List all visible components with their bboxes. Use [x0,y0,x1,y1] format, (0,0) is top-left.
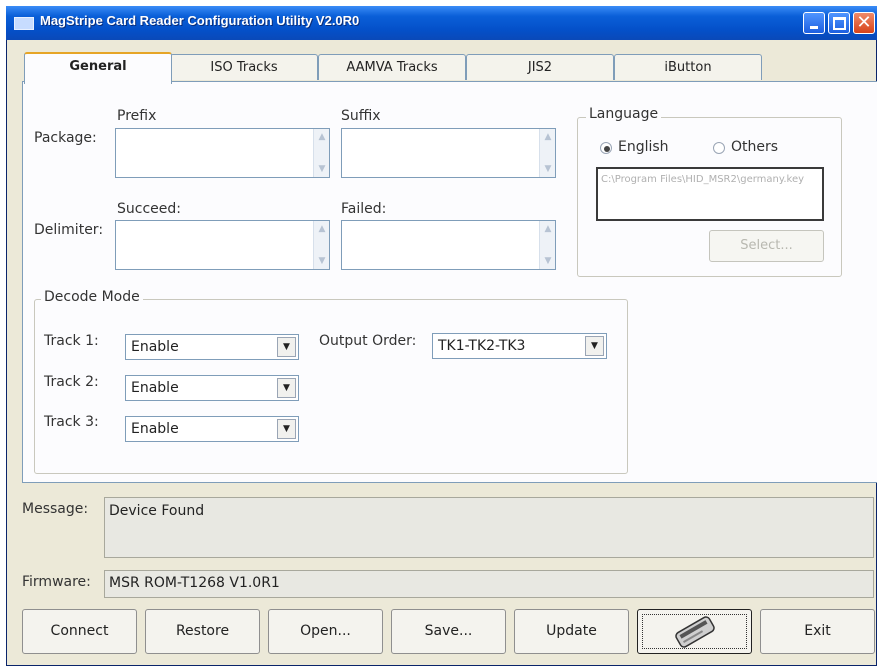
maximize-button[interactable] [828,12,850,34]
scroll-up-icon[interactable]: ▲ [540,129,556,145]
track1-label: Track 1: [44,333,99,349]
failed-label: Failed: [341,201,387,217]
scroll-up-icon[interactable]: ▲ [314,221,330,237]
track1-select[interactable]: Enable ▼ [125,334,299,360]
tab-jis2[interactable]: JIS2 [466,54,614,80]
chevron-down-icon[interactable]: ▼ [277,419,296,439]
decode-mode-group [34,299,628,474]
suffix-scrollbar[interactable]: ▲ ▼ [539,129,555,177]
succeed-scrollbar[interactable]: ▲ ▼ [313,221,329,269]
scroll-down-icon[interactable]: ▼ [314,161,330,177]
chevron-down-icon[interactable]: ▼ [277,378,296,398]
connect-button[interactable]: Connect [22,609,137,654]
maximize-icon [832,17,846,30]
others-radio-label[interactable]: Others [731,139,778,155]
restore-button[interactable]: Restore [145,609,260,654]
message-label: Message: [22,501,89,517]
app-icon [14,17,34,30]
output-order-select[interactable]: TK1-TK2-TK3 ▼ [432,333,607,359]
scroll-down-icon[interactable]: ▼ [540,161,556,177]
language-legend: Language [586,106,662,122]
decode-mode-legend: Decode Mode [41,289,143,305]
tab-iso-tracks[interactable]: ISO Tracks [170,54,318,80]
minimize-icon [810,26,818,29]
prefix-scrollbar[interactable]: ▲ ▼ [313,129,329,177]
close-button[interactable]: ✕ [853,12,875,34]
delimiter-label: Delimiter: [34,222,104,238]
exit-button[interactable]: Exit [760,609,875,654]
english-radio[interactable] [600,142,612,154]
track3-select[interactable]: Enable ▼ [125,416,299,442]
chevron-down-icon[interactable]: ▼ [585,336,604,356]
track2-select[interactable]: Enable ▼ [125,375,299,401]
succeed-label: Succeed: [117,201,181,217]
scroll-down-icon[interactable]: ▼ [540,253,556,269]
suffix-textarea[interactable]: ▲ ▼ [341,128,556,178]
prefix-label: Prefix [117,108,157,124]
output-order-label: Output Order: [319,333,417,349]
card-swipe-button[interactable] [637,609,752,654]
tab-general[interactable]: General [24,52,172,84]
card-swipe-icon [675,616,715,648]
language-file-path: C:\Program Files\HID_MSR2\germany.key [596,167,824,221]
minimize-button[interactable] [803,12,825,34]
failed-scrollbar[interactable]: ▲ ▼ [539,221,555,269]
scroll-up-icon[interactable]: ▲ [314,129,330,145]
update-button[interactable]: Update [514,609,629,654]
failed-textarea[interactable]: ▲ ▼ [341,220,556,270]
save-button[interactable]: Save... [391,609,506,654]
firmware-label: Firmware: [22,574,91,590]
tab-aamva-tracks[interactable]: AAMVA Tracks [318,54,466,80]
message-field: Device Found [104,497,874,558]
select-button[interactable]: Select... [709,230,824,262]
others-radio[interactable] [713,142,725,154]
window-title: MagStripe Card Reader Configuration Util… [40,13,360,28]
succeed-textarea[interactable]: ▲ ▼ [115,220,330,270]
tab-ibutton[interactable]: iButton [614,54,762,80]
scroll-down-icon[interactable]: ▼ [314,253,330,269]
scroll-up-icon[interactable]: ▲ [540,221,556,237]
package-label: Package: [34,130,97,146]
chevron-down-icon[interactable]: ▼ [277,337,296,357]
prefix-textarea[interactable]: ▲ ▼ [115,128,330,178]
track3-label: Track 3: [44,414,99,430]
firmware-field: MSR ROM-T1268 V1.0R1 [104,570,874,598]
open-button[interactable]: Open... [268,609,383,654]
english-radio-label[interactable]: English [618,139,669,155]
track2-label: Track 2: [44,374,99,390]
suffix-label: Suffix [341,108,381,124]
